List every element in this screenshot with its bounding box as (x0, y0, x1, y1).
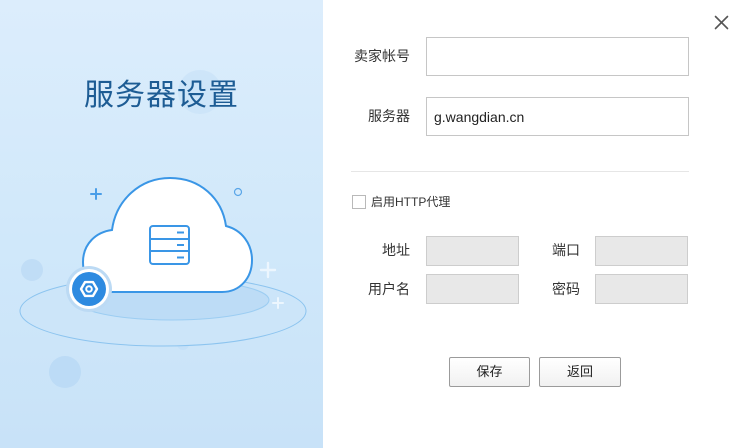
back-button[interactable]: 返回 (539, 357, 621, 387)
password-label: 密码 (552, 281, 580, 297)
close-button[interactable] (712, 13, 731, 32)
server-label: 服务器 (368, 108, 410, 124)
address-field[interactable] (426, 236, 519, 266)
account-label: 卖家帐号 (354, 48, 410, 64)
gear-icon (66, 266, 112, 312)
decor-ring (233, 187, 243, 197)
close-icon (714, 15, 729, 30)
save-button[interactable]: 保存 (449, 357, 530, 387)
plus-icon (90, 188, 102, 200)
username-label: 用户名 (368, 281, 410, 297)
illustration-panel: 服务器设置 (0, 0, 323, 448)
cloud-server-illustration (19, 70, 307, 388)
divider (351, 171, 689, 172)
plus-icon (259, 261, 277, 279)
page-title: 服务器设置 (84, 79, 239, 112)
account-field[interactable] (426, 37, 689, 76)
decor-circle-bottom (49, 356, 81, 388)
username-field[interactable] (426, 274, 519, 304)
port-field[interactable] (595, 236, 688, 266)
decor-circle-left (21, 259, 43, 281)
address-label: 地址 (382, 242, 410, 258)
proxy-checkbox[interactable] (352, 195, 366, 209)
port-label: 端口 (552, 242, 580, 258)
settings-form-panel: 卖家帐号 服务器 启用HTTP代理 地址 端口 用户名 密码 保存 返回 (323, 0, 750, 448)
proxy-checkbox-label[interactable]: 启用HTTP代理 (371, 194, 450, 210)
cloud-icon (81, 176, 254, 293)
password-field[interactable] (595, 274, 688, 304)
server-field[interactable] (426, 97, 689, 136)
